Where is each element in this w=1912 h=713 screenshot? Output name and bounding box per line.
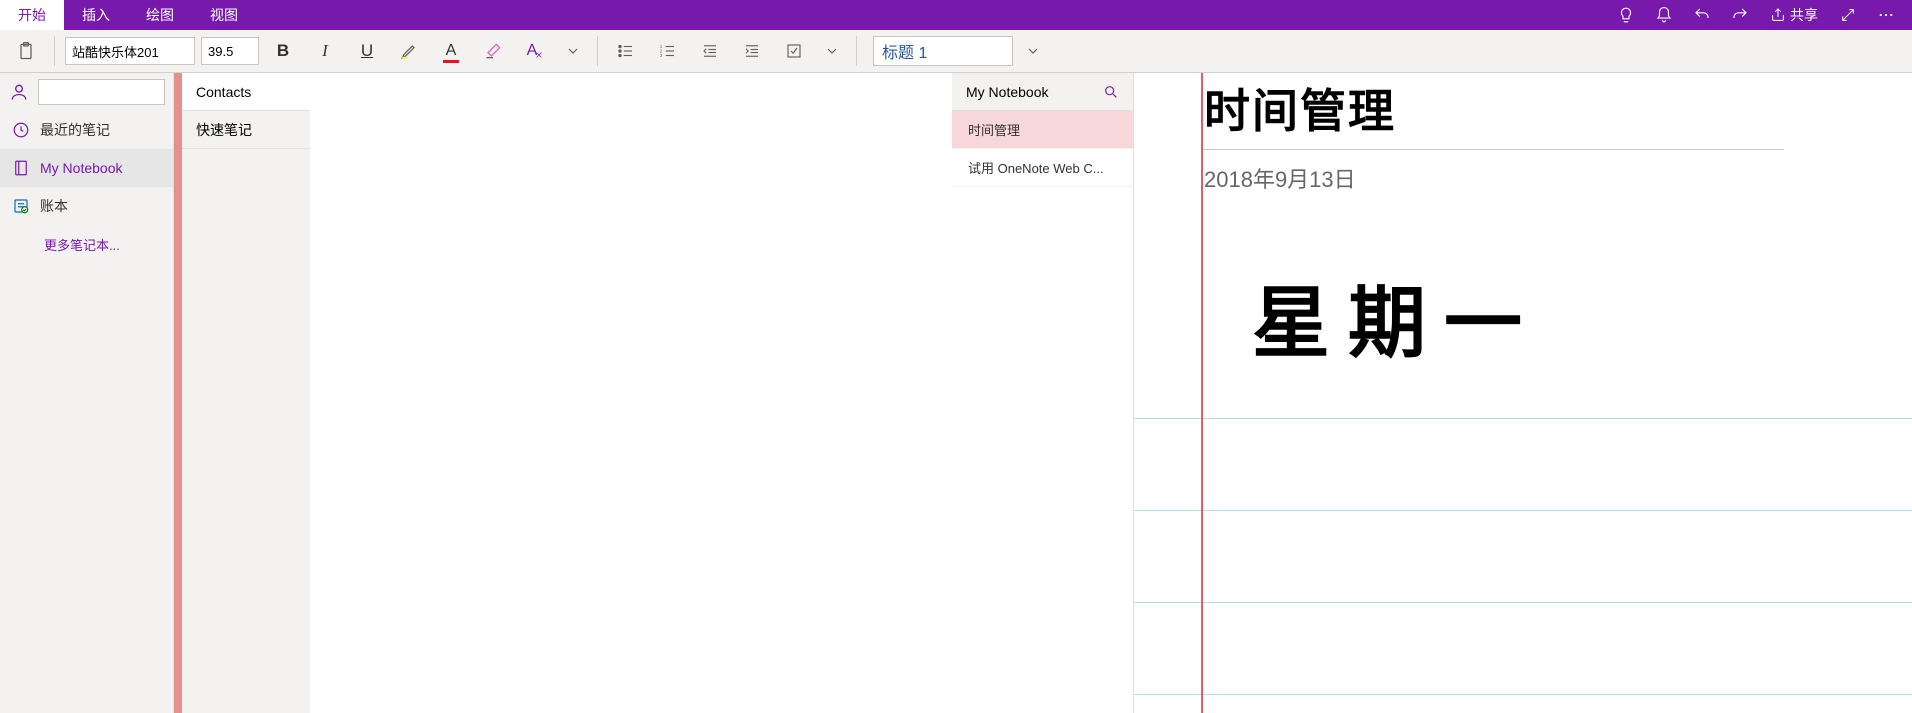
clear-format-button[interactable] <box>475 33 511 69</box>
nav-recent-label: 最近的笔记 <box>40 120 110 140</box>
navpane: 最近的笔记 My Notebook 账本 更多笔记本... <box>0 73 174 713</box>
indent-button[interactable] <box>734 33 770 69</box>
font-size-input[interactable] <box>201 37 259 65</box>
paste-button[interactable] <box>8 33 44 69</box>
bell-icon[interactable] <box>1650 0 1678 30</box>
more-notebooks-link[interactable]: 更多笔记本... <box>0 225 173 254</box>
page-title[interactable]: 时间管理 <box>1204 73 1912 141</box>
titlebar-actions: 共享 <box>1600 0 1912 30</box>
title-rule <box>1204 149 1784 150</box>
lightbulb-icon[interactable] <box>1612 0 1640 30</box>
nav-notebook-label: My Notebook <box>40 160 122 176</box>
notebook-title: My Notebook <box>966 84 1048 100</box>
titlebar: 开始 插入 绘图 视图 共享 <box>0 0 1912 30</box>
highlight-button[interactable] <box>391 33 427 69</box>
section-color-strip <box>174 73 182 713</box>
font-name-input[interactable] <box>65 37 195 65</box>
nav-ledger-label: 账本 <box>40 196 68 216</box>
outdent-button[interactable] <box>692 33 728 69</box>
numbering-button[interactable]: 123 <box>650 33 686 69</box>
sections-pane: Contacts 快速笔记 <box>174 73 952 713</box>
bold-button[interactable]: B <box>265 33 301 69</box>
more-icon[interactable] <box>1872 0 1900 30</box>
pages-header: My Notebook <box>952 73 1133 111</box>
page-date[interactable]: 2018年9月13日 <box>1204 162 1912 194</box>
margin-line <box>1201 73 1203 713</box>
share-label: 共享 <box>1790 5 1818 25</box>
svg-text:3: 3 <box>660 53 663 58</box>
nav-notebook[interactable]: My Notebook <box>0 149 173 187</box>
ribbon-tabs: 开始 插入 绘图 视图 <box>0 0 256 30</box>
tab-insert[interactable]: 插入 <box>64 0 128 30</box>
user-icon[interactable] <box>8 81 30 103</box>
page-item-time-mgmt[interactable]: 时间管理 <box>952 111 1133 149</box>
underline-button[interactable]: U <box>349 33 385 69</box>
redo-icon[interactable] <box>1726 0 1754 30</box>
page-item-onenote-web[interactable]: 试用 OneNote Web C... <box>952 149 1133 187</box>
navpane-header <box>0 73 173 111</box>
font-more-dropdown[interactable] <box>559 36 587 66</box>
notebook-icon <box>12 159 30 177</box>
todo-tag-button[interactable] <box>776 33 812 69</box>
section-contacts[interactable]: Contacts <box>182 73 310 111</box>
ribbon: B I U A A 123 标题 1 <box>0 30 1912 73</box>
clock-icon <box>12 121 30 139</box>
main: 最近的笔记 My Notebook 账本 更多笔记本... Contacts 快… <box>0 73 1912 713</box>
fullscreen-icon[interactable] <box>1834 0 1862 30</box>
search-icon[interactable] <box>1103 84 1119 100</box>
canvas[interactable]: 时间管理 2018年9月13日 星期一 <box>1134 73 1912 713</box>
content-heading[interactable]: 星期一 <box>1252 261 1540 373</box>
pages-pane: My Notebook 时间管理 试用 OneNote Web C... <box>952 73 1134 713</box>
nav-recent[interactable]: 最近的笔记 <box>0 111 173 149</box>
section-quicknotes[interactable]: 快速笔记 <box>182 111 310 149</box>
style-selector[interactable]: 标题 1 <box>873 36 1013 66</box>
ledger-icon <box>12 197 30 215</box>
tab-view[interactable]: 视图 <box>192 0 256 30</box>
font-color-button[interactable]: A <box>433 33 469 69</box>
nav-ledger[interactable]: 账本 <box>0 187 173 225</box>
format-painter-button[interactable]: A <box>517 33 553 69</box>
share-button[interactable]: 共享 <box>1764 5 1824 25</box>
style-more-dropdown[interactable] <box>1019 36 1047 66</box>
italic-button[interactable]: I <box>307 33 343 69</box>
tab-draw[interactable]: 绘图 <box>128 0 192 30</box>
nav-search-input[interactable] <box>38 79 165 105</box>
tab-home[interactable]: 开始 <box>0 0 64 30</box>
bullets-button[interactable] <box>608 33 644 69</box>
paragraph-more-dropdown[interactable] <box>818 36 846 66</box>
undo-icon[interactable] <box>1688 0 1716 30</box>
